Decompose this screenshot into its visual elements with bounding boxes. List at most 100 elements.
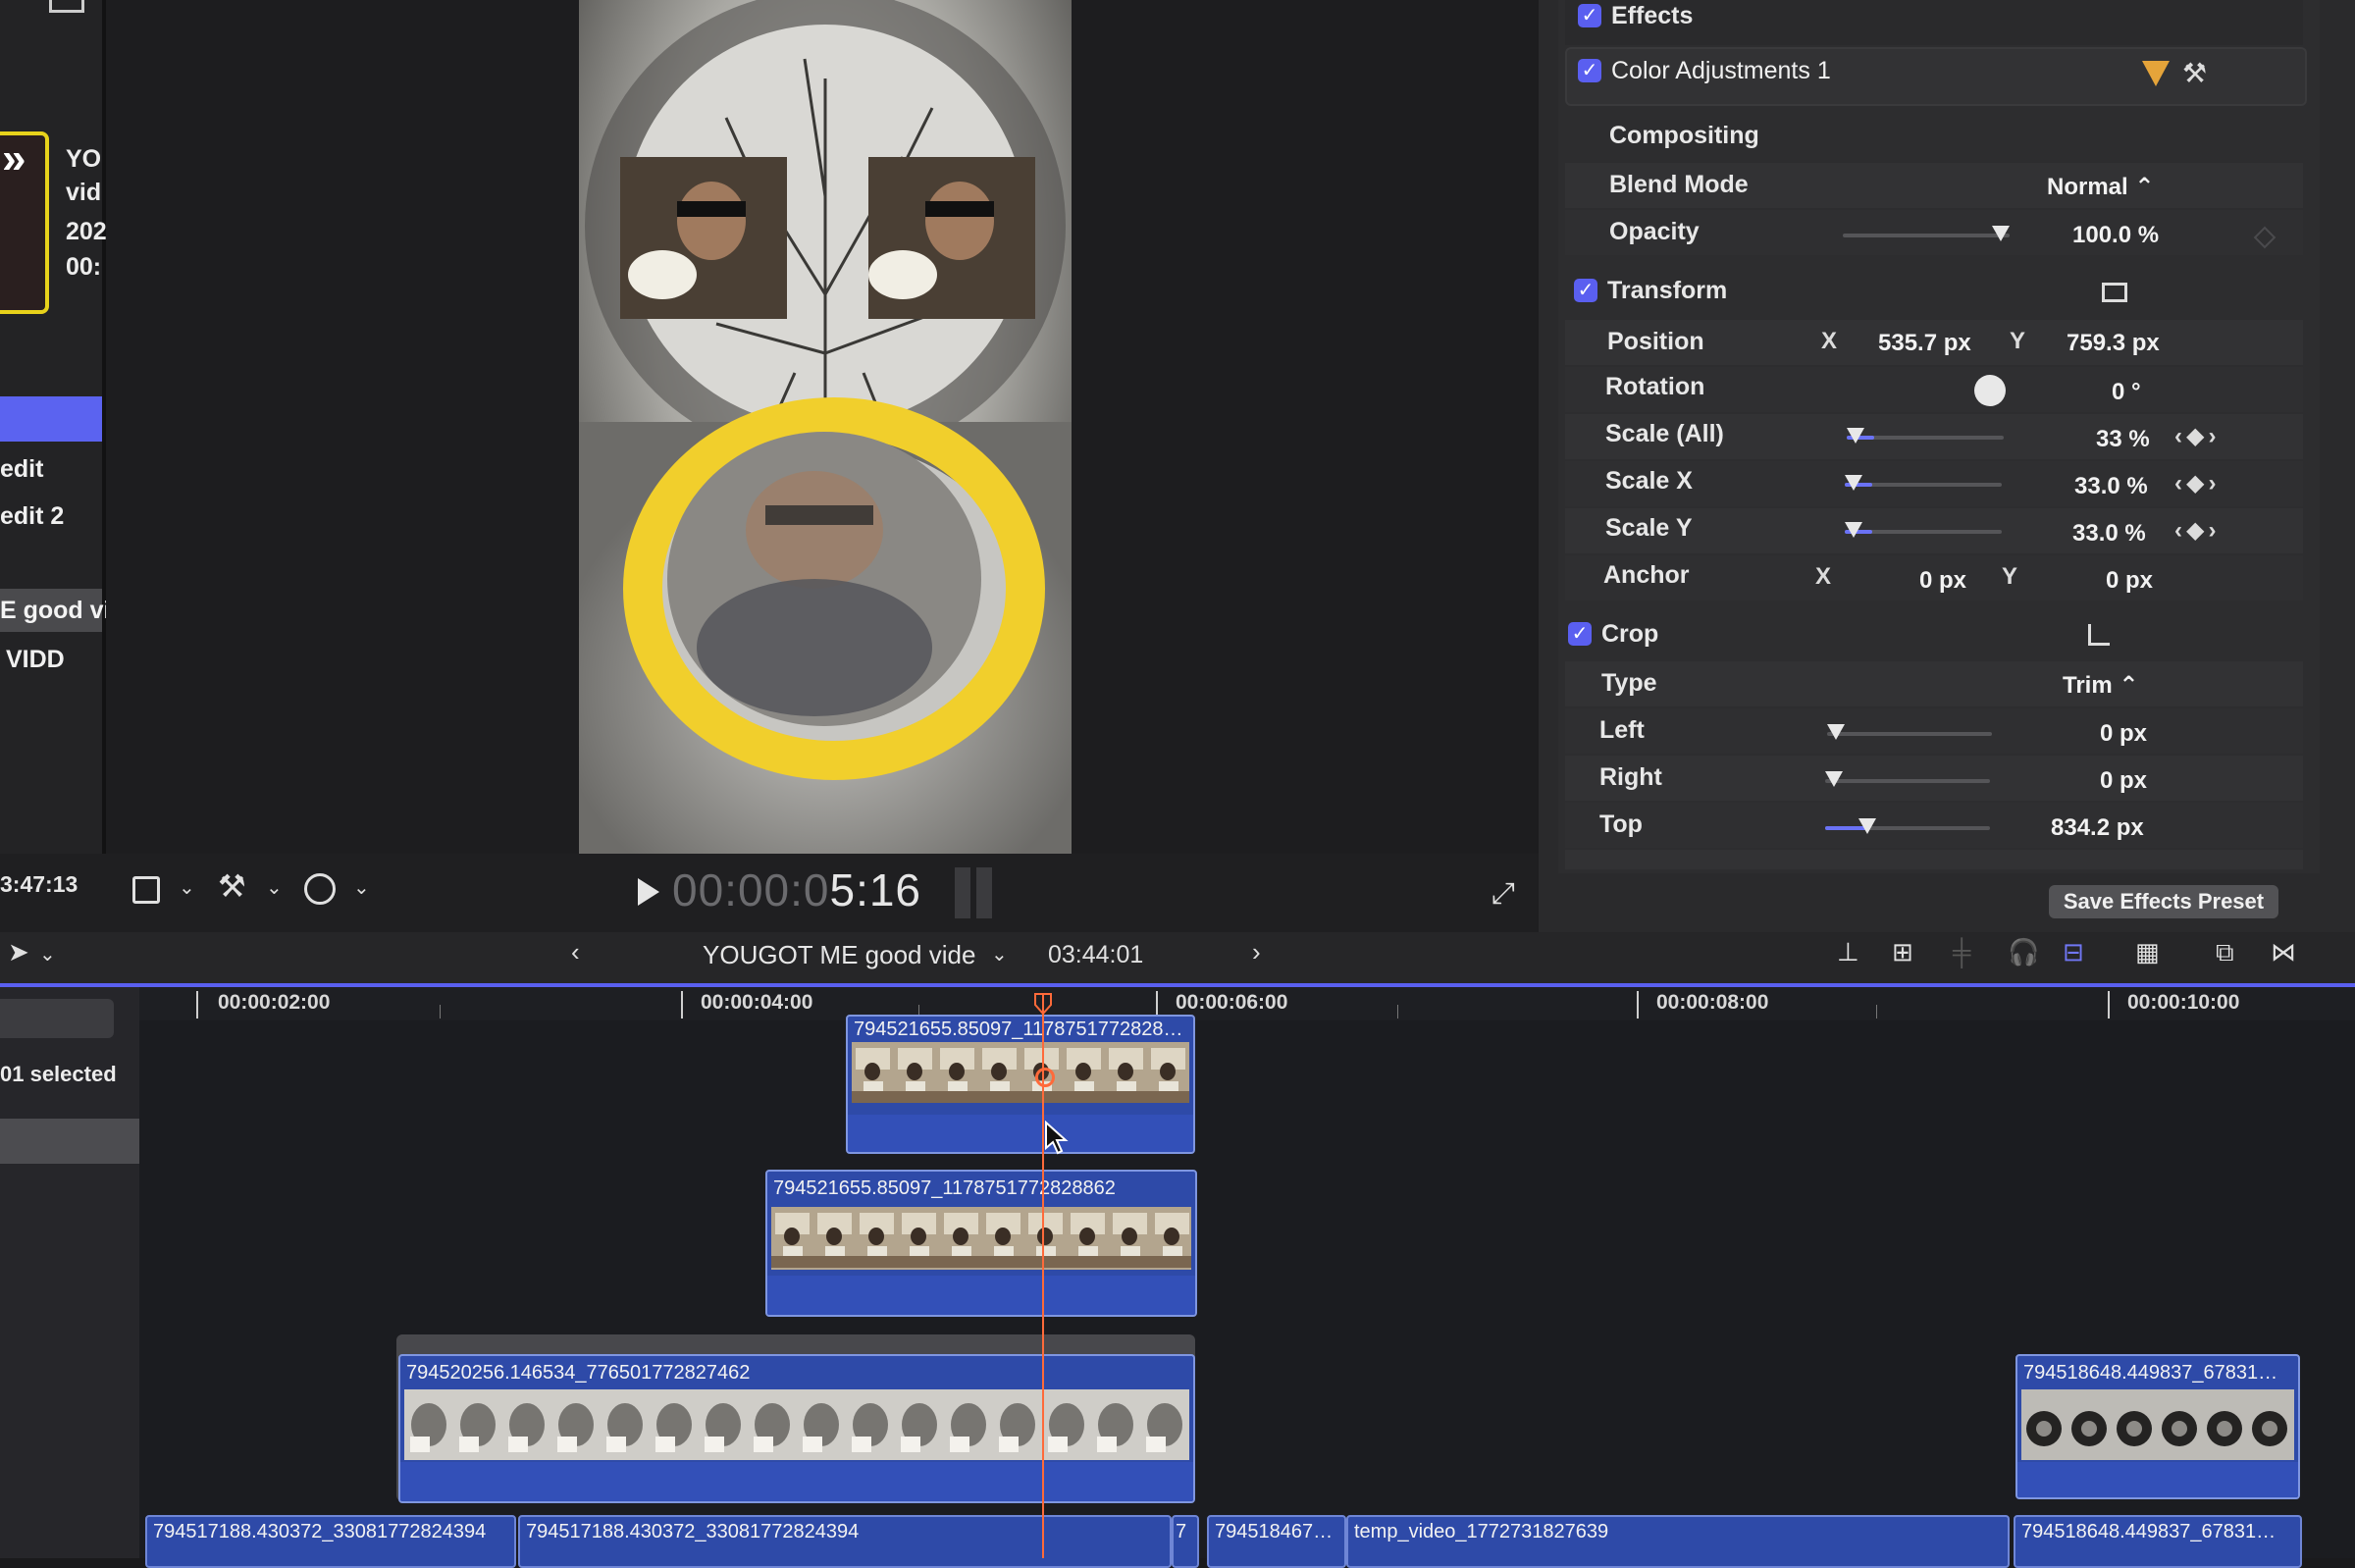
crop-top-value[interactable]: 834.2 px (2051, 814, 2144, 842)
crop-checkbox[interactable]: ✓ (1568, 622, 1592, 646)
timeline-clip-right[interactable]: 794518648.449837_67831… (2015, 1354, 2300, 1499)
connect-clip-icon[interactable]: ⊥ (1837, 937, 1859, 967)
storyline-clip[interactable]: 794518467… (1207, 1515, 1346, 1568)
timeline-clip-middle[interactable]: 794521655.85097_1178751772828862 (765, 1170, 1197, 1317)
blend-mode-label: Blend Mode (1609, 171, 1749, 198)
scale-x-slider-knob[interactable] (1845, 475, 1862, 491)
rotation-value[interactable]: 0 ° (2112, 379, 2141, 406)
scale-all-slider-knob[interactable] (1847, 428, 1864, 444)
timeline-index-row[interactable] (0, 1119, 139, 1164)
transitions-browser-icon[interactable]: ⋈ (2271, 937, 2296, 967)
insert-clip-icon[interactable]: ⊞ (1892, 937, 1913, 967)
clip-title: 7 (1176, 1521, 1187, 1542)
play-icon[interactable] (638, 878, 659, 906)
position-label: Position (1607, 328, 1704, 355)
crop-right-slider[interactable] (1825, 779, 1990, 783)
storyline-clip[interactable]: 794518648.449837_67831… (2014, 1515, 2302, 1568)
position-y-value[interactable]: 759.3 px (2067, 330, 2160, 357)
scale-y-value[interactable]: 33.0 % (2072, 520, 2146, 548)
opacity-slider[interactable] (1843, 234, 2010, 237)
ruler-label: 00:00:10:00 (2127, 991, 2240, 1014)
clip-title: 794517188.430372_33081772824394 (526, 1521, 860, 1542)
crop-right-slider-knob[interactable] (1825, 771, 1843, 787)
chevron-down-icon[interactable]: ⌄ (266, 875, 283, 900)
chevron-down-icon[interactable]: ⌄ (353, 875, 370, 900)
magic-wand-icon[interactable]: ⚒ (2182, 57, 2207, 89)
anchor-x-axis: X (1815, 563, 1832, 590)
snapping-icon[interactable]: ⊟ (2063, 937, 2084, 967)
transform-checkbox[interactable]: ✓ (1574, 279, 1597, 302)
clip-audio-area (2017, 1462, 2298, 1497)
chevron-left-icon[interactable]: ‹ (571, 937, 580, 967)
rotation-dial[interactable] (1974, 375, 2006, 406)
project-name[interactable]: YOUGOT ME good vide (703, 940, 975, 970)
color-adjustments-checkbox[interactable]: ✓ (1578, 59, 1601, 82)
crop-icon[interactable] (132, 876, 160, 904)
crop-top-slider-knob[interactable] (1858, 818, 1876, 834)
video-preview[interactable] (579, 0, 1072, 863)
clip-filmstrip (771, 1207, 1191, 1270)
opacity-value[interactable]: 100.0 % (2072, 222, 2159, 249)
crop-left-slider-knob[interactable] (1827, 724, 1845, 740)
timeline-toolbar (0, 932, 2355, 987)
opacity-label: Opacity (1609, 218, 1700, 245)
viewer-timecode: 00:00:05:16 (672, 863, 921, 916)
storyline-clip[interactable]: temp_video_1772731827639 (1346, 1515, 2010, 1568)
clip-title: 794521655.85097_1178751772828862 (773, 1177, 1116, 1199)
chevron-down-icon[interactable]: ⌄ (991, 942, 1008, 967)
storyline-clip[interactable]: 794517188.430372_33081772824394 (518, 1515, 1172, 1568)
scale-x-value[interactable]: 33.0 % (2074, 473, 2148, 500)
clip-title: temp_video_1772731827639 (1354, 1521, 1609, 1542)
rotation-label: Rotation (1605, 373, 1705, 400)
browser-item[interactable]: edit 2 (0, 502, 64, 531)
append-clip-icon[interactable]: ╪ (1953, 937, 1970, 967)
crop-left-slider[interactable] (1827, 732, 1992, 736)
chevron-right-icon[interactable]: › (1252, 937, 1261, 967)
browser-top-icon[interactable] (49, 0, 84, 13)
timeline-clip-bottom[interactable]: 794520256.146534_776501772827462 (398, 1354, 1195, 1503)
color-wheel-icon[interactable] (2142, 61, 2170, 86)
transform-onscreen-icon[interactable] (2102, 283, 2127, 302)
speed-icon[interactable] (304, 873, 336, 905)
save-effects-preset-button[interactable]: Save Effects Preset (2049, 885, 2278, 918)
storyline-clip[interactable]: 7 (1172, 1515, 1199, 1568)
crop-onscreen-icon[interactable] (2088, 624, 2110, 646)
filmstrip-icon[interactable]: ▦ (2135, 937, 2160, 967)
effects-checkbox[interactable]: ✓ (1578, 4, 1601, 27)
scale-y-slider-knob[interactable] (1845, 522, 1862, 538)
anchor-y-value[interactable]: 0 px (2106, 567, 2153, 595)
playhead-handle-icon[interactable] (1034, 993, 1052, 1015)
ruler-label: 00:00:02:00 (218, 991, 331, 1014)
timeline-clip-top[interactable]: 794521655.85097_1178751772828… (846, 1015, 1195, 1154)
storyline-clip[interactable]: 794517188.430372_33081772824394 (145, 1515, 516, 1568)
anchor-x-value[interactable]: 0 px (1919, 567, 1966, 595)
chevron-down-icon[interactable]: ⌄ (179, 875, 195, 900)
keyframe-nav-icon[interactable]: ‹◆› (2174, 469, 2220, 497)
select-tool-icon[interactable]: ➤ (8, 937, 29, 967)
browser-item[interactable]: edit (0, 455, 43, 484)
selected-clip-thumbnail[interactable]: » (0, 131, 49, 314)
blend-mode-select[interactable]: Normal ⌃ (2047, 173, 2154, 201)
scale-x-label: Scale X (1605, 467, 1693, 495)
timecode-dim: 00:00:0 (672, 864, 830, 915)
browser-selected-row[interactable] (0, 396, 102, 442)
keyframe-nav-icon[interactable]: ‹◆› (2174, 422, 2220, 450)
headphones-icon[interactable]: 🎧 (2008, 937, 2039, 967)
browser-item[interactable]: E good vi (0, 597, 111, 625)
scale-all-value[interactable]: 33 % (2096, 426, 2150, 453)
magic-wand-icon[interactable]: ⚒ (218, 867, 246, 905)
ruler-label: 00:00:08:00 (1656, 991, 1769, 1014)
chevron-down-icon[interactable]: ⌄ (39, 942, 56, 967)
keyframe-nav-icon[interactable]: ‹◆› (2174, 516, 2220, 545)
opacity-slider-knob[interactable] (1992, 226, 2010, 241)
position-x-value[interactable]: 535.7 px (1878, 330, 1971, 357)
timeline-index-search[interactable] (0, 999, 114, 1038)
fullscreen-icon[interactable]: ⤢ (1492, 877, 1515, 911)
crop-left-value[interactable]: 0 px (2100, 720, 2147, 748)
browser-item[interactable]: VIDD (6, 646, 65, 674)
crop-type-select[interactable]: Trim ⌃ (2063, 671, 2138, 700)
clip-appearance-icon[interactable]: ⧉ (2216, 937, 2234, 968)
ruler-minor-tick (1397, 1005, 1398, 1019)
crop-right-value[interactable]: 0 px (2100, 767, 2147, 795)
keyframe-marker-icon[interactable] (1035, 1068, 1055, 1087)
